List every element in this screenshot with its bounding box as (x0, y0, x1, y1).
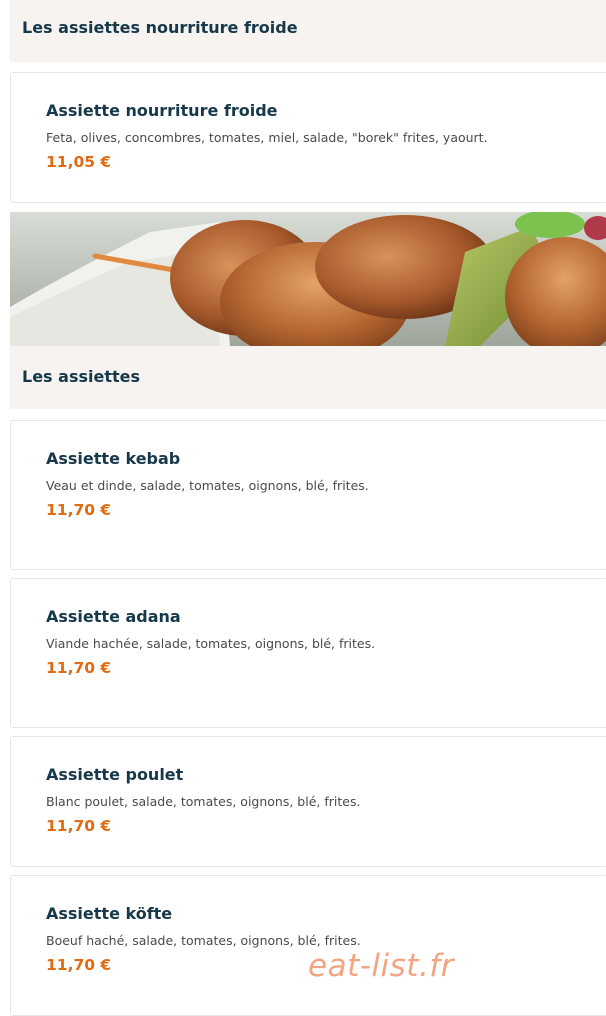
item-price: 11,70 € (46, 956, 112, 974)
item-price: 11,70 € (46, 501, 112, 519)
menu-item-assiette-kebab[interactable]: Assiette kebab Veau et dinde, salade, to… (10, 420, 606, 570)
item-name: Assiette poulet (46, 765, 184, 784)
menu-item-assiette-poulet[interactable]: Assiette poulet Blanc poulet, salade, to… (10, 736, 606, 867)
section-title: Les assiettes nourriture froide (22, 18, 298, 37)
section-header-plates: Les assiettes (10, 346, 606, 409)
item-description: Feta, olives, concombres, tomates, miel,… (46, 130, 488, 145)
item-price: 11,70 € (46, 817, 112, 835)
item-description: Boeuf haché, salade, tomates, oignons, b… (46, 933, 361, 948)
kebab-skewer-photo (10, 212, 606, 346)
item-name: Assiette köfte (46, 904, 173, 923)
menu-item-assiette-kofte[interactable]: Assiette köfte Boeuf haché, salade, toma… (10, 875, 606, 1016)
item-name: Assiette adana (46, 607, 181, 626)
section-title: Les assiettes (22, 367, 140, 386)
section-banner-image (10, 212, 606, 346)
watermark-text: eat-list.fr (308, 948, 454, 984)
menu-item-assiette-nourriture-froide[interactable]: Assiette nourriture froide Feta, olives,… (10, 72, 606, 203)
item-price: 11,05 € (46, 153, 112, 171)
item-description: Blanc poulet, salade, tomates, oignons, … (46, 794, 361, 809)
item-price: 11,70 € (46, 659, 112, 677)
item-name: Assiette nourriture froide (46, 101, 278, 120)
item-description: Veau et dinde, salade, tomates, oignons,… (46, 478, 369, 493)
menu-item-assiette-adana[interactable]: Assiette adana Viande hachée, salade, to… (10, 578, 606, 728)
item-name: Assiette kebab (46, 449, 181, 468)
section-header-cold-plates: Les assiettes nourriture froide (10, 0, 606, 62)
item-description: Viande hachée, salade, tomates, oignons,… (46, 636, 376, 651)
